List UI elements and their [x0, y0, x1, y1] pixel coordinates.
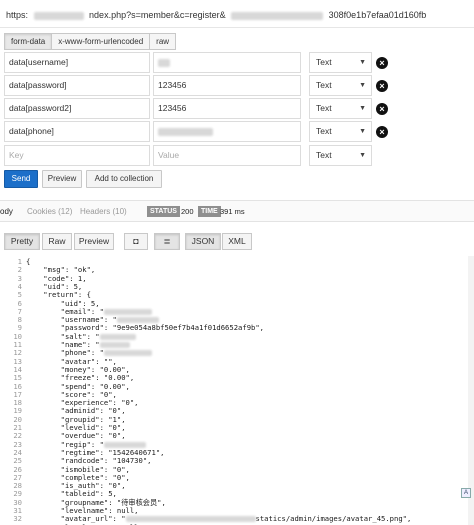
format-xml-button[interactable]: XML: [222, 233, 252, 250]
response-body-viewer[interactable]: 1{2 "msg": "ok", 3 "code": 1, 4 "uid": 5, 5…: [0, 256, 474, 525]
redacted-query: [231, 11, 324, 20]
redacted-value: [158, 127, 213, 136]
view-raw-button[interactable]: Raw: [42, 233, 72, 250]
status-badge: STATUS: [147, 206, 180, 217]
param-row: data[phone] Text ▼ ×: [4, 121, 474, 142]
chevron-down-icon: ▼: [359, 152, 366, 159]
format-json-button[interactable]: JSON: [185, 233, 221, 250]
scrollbar[interactable]: [468, 256, 474, 525]
param-row: data[username] Text ▼ ×: [4, 52, 474, 73]
param-type-label: Text: [316, 103, 332, 113]
add-to-collection-button[interactable]: Add to collection: [86, 170, 162, 188]
close-circle-icon[interactable]: ×: [376, 80, 388, 92]
response-meta-bar: ody Cookies (12) Headers (10) STATUS 200…: [0, 200, 474, 222]
chevron-down-icon: ▼: [359, 82, 366, 89]
tab-cookies[interactable]: Cookies (12): [27, 207, 72, 216]
param-value-input[interactable]: 123456: [153, 75, 301, 96]
time-badge: TIME: [198, 206, 221, 217]
close-circle-icon[interactable]: ×: [376, 103, 388, 115]
view-preview-button[interactable]: Preview: [74, 233, 114, 250]
translate-icon[interactable]: A: [461, 488, 471, 498]
url-prefix: https:: [6, 10, 29, 20]
param-value-input[interactable]: [153, 52, 301, 73]
tab-headers[interactable]: Headers (10): [80, 207, 127, 216]
param-value-input[interactable]: [153, 121, 301, 142]
param-key-input[interactable]: data[password2]: [4, 98, 150, 119]
param-key-input[interactable]: data[username]: [4, 52, 150, 73]
param-value-input[interactable]: 123456: [153, 98, 301, 119]
new-key-input[interactable]: Key: [4, 145, 150, 166]
tab-body[interactable]: ody: [0, 207, 13, 216]
redacted-value: [103, 350, 152, 357]
close-circle-icon[interactable]: ×: [376, 126, 388, 138]
close-circle-icon[interactable]: ×: [376, 57, 388, 69]
redacted-value: [116, 317, 159, 324]
param-type-label: Text: [316, 126, 332, 136]
view-pretty-button[interactable]: Pretty: [4, 233, 40, 250]
redacted-value: [125, 516, 256, 523]
param-type-label: Text: [316, 80, 332, 90]
url-path: ndex.php?s=member&c=register&: [89, 10, 226, 20]
tab-form-data[interactable]: form-data: [4, 33, 53, 50]
param-row: data[password2] 123456 Text ▼ ×: [4, 98, 474, 119]
param-type-label: Text: [316, 57, 332, 67]
param-type-select[interactable]: Text ▼: [309, 75, 372, 96]
request-url[interactable]: https: ndex.php?s=member&c=register& 308…: [6, 10, 426, 20]
redacted-host: [33, 11, 84, 20]
status-value: 200: [181, 207, 194, 216]
param-type-select[interactable]: Text ▼: [309, 98, 372, 119]
redacted-value: [99, 333, 136, 340]
chevron-down-icon: ▼: [359, 59, 366, 66]
redacted-value: [103, 308, 152, 315]
preview-button[interactable]: Preview: [42, 170, 82, 188]
redacted-value: [158, 58, 170, 67]
chevron-down-icon: ▼: [359, 105, 366, 112]
param-key-input[interactable]: data[phone]: [4, 121, 150, 142]
param-row: data[password] 123456 Text ▼ ×: [4, 75, 474, 96]
copy-icon[interactable]: ◘: [124, 233, 148, 250]
request-url-bar[interactable]: https: ndex.php?s=member&c=register& 308…: [0, 0, 474, 28]
param-type-select[interactable]: Text ▼: [309, 121, 372, 142]
param-type-label: Text: [316, 150, 332, 160]
avatar-url-tail: statics/admin/images/avatar_45.png",: [255, 514, 412, 524]
time-value: 391 ms: [220, 207, 245, 216]
tab-raw[interactable]: raw: [149, 33, 177, 50]
wrap-lines-icon[interactable]: ≣: [154, 233, 180, 250]
chevron-down-icon: ▼: [359, 128, 366, 135]
redacted-value: [103, 441, 146, 448]
new-param-row: Key Value Text ▼: [4, 145, 474, 166]
body-type-tabs: form-data x-www-form-urlencoded raw: [4, 33, 177, 50]
new-value-input[interactable]: Value: [153, 145, 301, 166]
url-suffix: 308f0e1b7efaa01d160fb: [328, 10, 427, 20]
param-key-input[interactable]: data[password]: [4, 75, 150, 96]
tab-urlencoded[interactable]: x-www-form-urlencoded: [51, 33, 151, 50]
param-type-select[interactable]: Text ▼: [309, 145, 372, 166]
param-type-select[interactable]: Text ▼: [309, 52, 372, 73]
redacted-value: [99, 342, 130, 348]
send-button[interactable]: Send: [4, 170, 38, 188]
